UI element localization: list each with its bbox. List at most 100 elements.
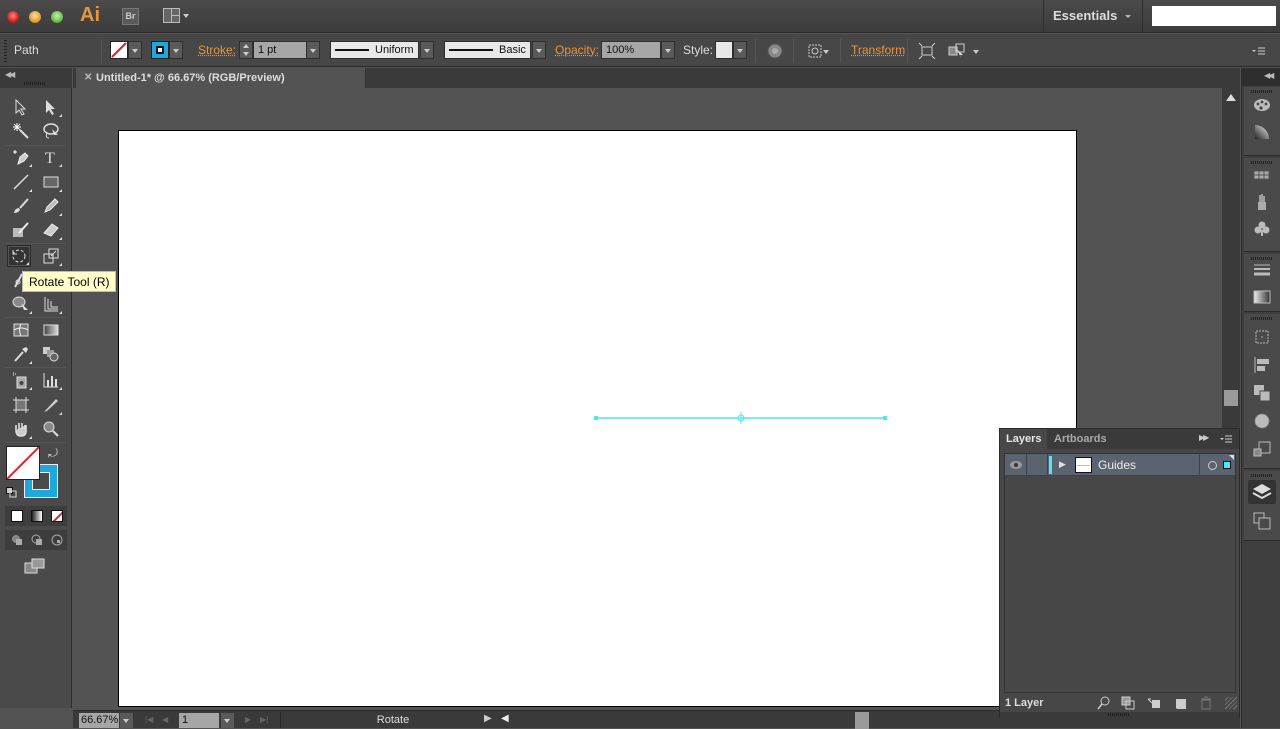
hand-tool[interactable] xyxy=(9,418,33,440)
stroke-dropdown[interactable] xyxy=(169,41,183,59)
horizontal-scroll-thumb[interactable] xyxy=(855,712,869,729)
profile-dropdown[interactable] xyxy=(420,41,434,59)
arrange-documents-icon[interactable] xyxy=(163,8,180,23)
transform-panel-link[interactable]: Transform xyxy=(851,43,905,57)
opacity-panel-link[interactable]: Opacity: xyxy=(555,43,599,57)
lasso-tool[interactable] xyxy=(39,120,63,142)
color-button[interactable] xyxy=(11,510,23,522)
collapse-panel-icon[interactable]: ◀◀ xyxy=(5,70,15,79)
swatches-icon[interactable] xyxy=(1253,167,1271,185)
change-screen-mode-icon[interactable] xyxy=(24,558,46,574)
selection-tool[interactable] xyxy=(9,96,33,118)
symbol-sprayer-tool[interactable] xyxy=(9,369,33,391)
rectangle-tool[interactable] xyxy=(39,171,63,193)
window-zoom-button[interactable] xyxy=(51,11,63,23)
artboard-number-field[interactable]: 1 xyxy=(179,713,219,728)
blob-brush-tool[interactable] xyxy=(9,219,33,241)
gradient-button[interactable] xyxy=(31,510,43,522)
tab-layers[interactable]: Layers xyxy=(1000,429,1048,449)
workspace-switcher[interactable]: Essentials xyxy=(1043,0,1143,33)
blend-tool[interactable] xyxy=(39,343,63,365)
brush-definition[interactable]: Basic xyxy=(444,41,531,59)
perspective-grid-tool[interactable] xyxy=(39,293,63,315)
draw-normal-icon[interactable] xyxy=(11,534,23,546)
swap-fill-stroke-icon[interactable]: ⤾ xyxy=(48,446,58,461)
document-tab[interactable]: ✕ Untitled-1* @ 66.67% (RGB/Preview) xyxy=(76,68,366,88)
graphic-styles-icon[interactable] xyxy=(1253,440,1271,458)
stroke-weight-stepper[interactable] xyxy=(239,41,253,59)
panel-grip[interactable] xyxy=(1251,90,1273,93)
panel-menu-icon[interactable] xyxy=(1219,432,1233,446)
layers-icon-button[interactable] xyxy=(1248,480,1276,504)
chevron-down-icon[interactable] xyxy=(823,50,829,54)
type-tool[interactable]: T xyxy=(39,146,63,168)
panel-grip[interactable] xyxy=(4,40,7,62)
anchor-point[interactable] xyxy=(594,416,598,420)
stroke-weight-field[interactable]: 1 pt xyxy=(253,41,307,59)
panel-grip[interactable] xyxy=(1251,257,1273,260)
zoom-level-field[interactable]: 66.67% xyxy=(79,713,119,728)
locate-object-icon[interactable] xyxy=(1097,696,1111,710)
transform-icon[interactable] xyxy=(1253,328,1271,346)
close-tab-icon[interactable]: ✕ xyxy=(84,68,92,88)
last-artboard-icon[interactable]: ▶| xyxy=(260,715,268,724)
direct-selection-tool[interactable] xyxy=(39,96,63,118)
appearance-icon[interactable] xyxy=(1253,412,1271,430)
pencil-tool[interactable] xyxy=(39,195,63,217)
panel-grip[interactable] xyxy=(1108,713,1130,716)
brush-dropdown[interactable] xyxy=(532,41,546,59)
none-button[interactable] xyxy=(51,510,63,522)
window-close-button[interactable] xyxy=(7,11,19,23)
search-input[interactable] xyxy=(1152,6,1276,26)
recolor-artwork-icon[interactable] xyxy=(766,42,784,60)
brushes-icon[interactable] xyxy=(1253,193,1271,211)
artboard-dropdown[interactable] xyxy=(221,713,234,728)
symbols-icon[interactable] xyxy=(1253,220,1271,238)
scroll-up-arrow-icon[interactable] xyxy=(1226,94,1236,101)
first-artboard-icon[interactable]: |◀ xyxy=(145,715,153,724)
graphic-style-swatch[interactable] xyxy=(715,41,733,59)
draw-behind-icon[interactable] xyxy=(31,534,43,546)
fill-swatch[interactable] xyxy=(110,41,128,59)
stroke-icon[interactable] xyxy=(1253,261,1271,279)
fill-color-box[interactable] xyxy=(6,446,40,480)
align-icon[interactable] xyxy=(1253,356,1271,374)
gradient-tool[interactable] xyxy=(39,319,63,341)
select-similar-objects-icon[interactable] xyxy=(948,42,966,60)
status-menu-arrow-icon[interactable]: ▶ xyxy=(484,713,492,724)
previous-artboard-icon[interactable]: ◀ xyxy=(162,715,168,724)
next-artboard-icon[interactable]: ▶ xyxy=(245,715,251,724)
default-fill-stroke-icon[interactable] xyxy=(6,487,17,498)
delete-layer-icon[interactable] xyxy=(1199,696,1213,710)
eyedropper-tool[interactable] xyxy=(9,343,33,365)
expand-panels-icon[interactable]: ◀◀ xyxy=(1264,71,1274,80)
expand-triangle-icon[interactable]: ▶ xyxy=(1059,459,1066,470)
opacity-dropdown[interactable] xyxy=(661,41,675,59)
eraser-tool[interactable] xyxy=(39,219,63,241)
stroke-swatch[interactable] xyxy=(151,41,169,59)
color-guide-icon[interactable] xyxy=(1253,123,1271,141)
layer-row[interactable]: ▶ Guides xyxy=(1005,454,1235,476)
color-icon[interactable] xyxy=(1253,96,1271,114)
stroke-panel-link[interactable]: Stroke: xyxy=(198,43,236,57)
anchor-point[interactable] xyxy=(883,416,887,420)
draw-inside-icon[interactable] xyxy=(51,534,63,546)
create-sublayer-icon[interactable] xyxy=(1147,696,1161,710)
layer-name[interactable]: Guides xyxy=(1098,454,1136,476)
scale-tool[interactable] xyxy=(39,245,63,267)
column-graph-tool[interactable] xyxy=(39,369,63,391)
fill-dropdown[interactable] xyxy=(128,41,142,59)
pathfinder-icon[interactable] xyxy=(1253,384,1271,402)
panel-menu-icon[interactable] xyxy=(1250,42,1268,60)
artboard-tool[interactable] xyxy=(9,394,33,416)
pen-tool[interactable] xyxy=(9,146,33,168)
slice-tool[interactable] xyxy=(39,394,63,416)
isolate-selected-object-icon[interactable] xyxy=(918,42,936,60)
style-dropdown[interactable] xyxy=(733,41,747,59)
zoom-dropdown[interactable] xyxy=(120,713,133,728)
create-new-layer-icon[interactable] xyxy=(1173,696,1187,710)
panel-grip[interactable] xyxy=(1251,161,1273,164)
magic-wand-tool[interactable] xyxy=(9,120,33,142)
tab-artboards[interactable]: Artboards xyxy=(1048,429,1113,449)
shape-builder-tool[interactable] xyxy=(9,293,33,315)
